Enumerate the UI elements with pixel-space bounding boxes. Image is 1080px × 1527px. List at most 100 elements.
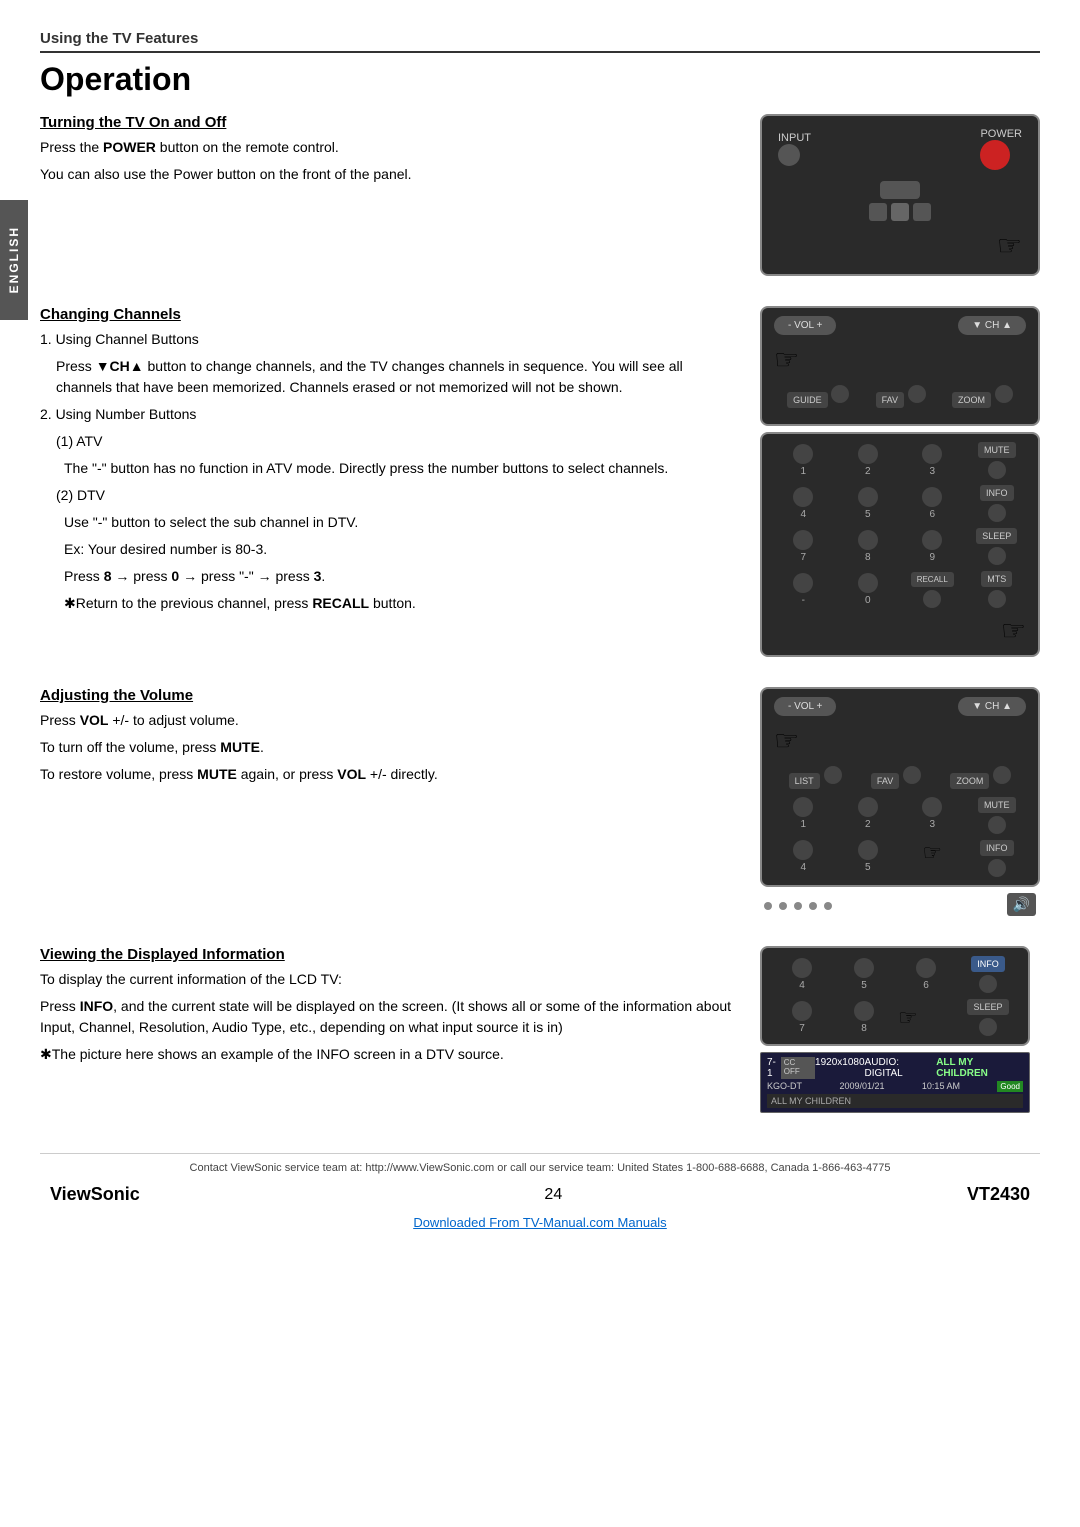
ch-item2a-text: The "-" button has no function in ATV mo… bbox=[64, 458, 740, 479]
info-p2: Press INFO, and the current state will b… bbox=[40, 996, 740, 1038]
turning-on-off-title: Turning the TV On and Off bbox=[40, 114, 740, 131]
ch-item2b-label: (2) DTV bbox=[56, 485, 740, 506]
ch-remote-illustration: - VOL + ▼ CH ▲ ☞ GUIDE FAV bbox=[760, 306, 1040, 426]
v-num-5-btn bbox=[858, 840, 878, 860]
i-num-5: 5 bbox=[836, 958, 892, 991]
list-fav-zoom-row: LIST FAV ZOOM bbox=[774, 763, 1026, 789]
fav-col2: FAV bbox=[871, 763, 921, 789]
i-num-8-lbl: 8 bbox=[861, 1023, 867, 1034]
v-num-4-lbl: 4 bbox=[800, 862, 806, 873]
nav-left-btn bbox=[869, 203, 887, 221]
info-screen-bottom-row: ALL MY CHILDREN bbox=[767, 1094, 1023, 1108]
info-screen-mid-row: KGO-DT 2009/01/21 10:15 AM Good bbox=[767, 1081, 1023, 1092]
info-p3: ✱The picture here shows an example of th… bbox=[40, 1044, 740, 1065]
i-num-4-lbl: 4 bbox=[799, 980, 805, 991]
num-5-cell: 5 bbox=[839, 487, 898, 520]
num-8-cell: 8 bbox=[839, 530, 898, 563]
date-text: 2009/01/21 bbox=[839, 1081, 884, 1092]
dot-2 bbox=[779, 902, 787, 910]
num-6-label: 6 bbox=[929, 509, 935, 520]
info-p1: To display the current information of th… bbox=[40, 969, 740, 990]
i-num-7-lbl: 7 bbox=[799, 1023, 805, 1034]
dot-1 bbox=[764, 902, 772, 910]
all-my-children-label: ALL MY CHILDREN bbox=[771, 1096, 851, 1106]
viewing-info-image: 4 5 6 INFO bbox=[760, 946, 1040, 1113]
hand-area: ☞ bbox=[778, 229, 1022, 262]
info-screen-display: 7-1 CC OFF 1920x1080 AUDIO: DIGITAL ALL … bbox=[760, 1052, 1030, 1113]
guide-col: GUIDE bbox=[787, 382, 849, 408]
info-btn: INFO bbox=[980, 485, 1014, 501]
v-num-3-lbl: 3 bbox=[929, 819, 935, 830]
vol-pill: - VOL + bbox=[774, 316, 836, 335]
sleep-btn: SLEEP bbox=[976, 528, 1017, 544]
changing-channels-text: Changing Channels 1. Using Channel Butto… bbox=[40, 306, 760, 620]
v-mute-btn: MUTE bbox=[978, 797, 1016, 813]
num-4-cell: 4 bbox=[774, 487, 833, 520]
changing-channels-title: Changing Channels bbox=[40, 306, 740, 323]
mute-circle bbox=[988, 461, 1006, 479]
ch-item1-label: 1. Using Channel Buttons bbox=[40, 329, 740, 350]
ch-item2a-label: (1) ATV bbox=[56, 431, 740, 452]
nav-right-btn bbox=[913, 203, 931, 221]
i-sleep-circle bbox=[979, 1018, 997, 1036]
hand-cursor-icon: ☞ bbox=[997, 229, 1022, 262]
i-info-btn: INFO bbox=[971, 956, 1005, 972]
v-num-4-btn bbox=[793, 840, 813, 860]
vol-p1: Press VOL +/- to adjust volume. bbox=[40, 710, 740, 731]
page-title: Operation bbox=[40, 61, 1040, 98]
good-label: Good bbox=[997, 1081, 1023, 1092]
i-num-5-lbl: 5 bbox=[861, 980, 867, 991]
hand-vol-icon: ☞ bbox=[774, 724, 799, 757]
changing-channels-image: - VOL + ▼ CH ▲ ☞ GUIDE FAV bbox=[760, 306, 1040, 663]
footer-brand-row: ViewSonic 24 VT2430 bbox=[40, 1184, 1040, 1205]
ch-item2b-text2: Ex: Your desired number is 80-3. bbox=[64, 539, 740, 560]
adjusting-volume-section: Adjusting the Volume Press VOL +/- to ad… bbox=[40, 687, 1040, 922]
input-label: INPUT bbox=[778, 132, 811, 144]
num-8-btn bbox=[858, 530, 878, 550]
v-num-5-lbl: 5 bbox=[865, 862, 871, 873]
download-link[interactable]: Downloaded From TV-Manual.com Manuals bbox=[40, 1215, 1040, 1240]
zoom-circle bbox=[995, 385, 1013, 403]
mute-btn: MUTE bbox=[978, 442, 1016, 458]
v-mute-cell: MUTE bbox=[968, 797, 1027, 834]
viewing-info-title: Viewing the Displayed Information bbox=[40, 946, 740, 963]
v-info-btn: INFO bbox=[980, 840, 1014, 856]
v-num-2: 2 bbox=[839, 797, 898, 834]
vol-ch-row2: - VOL + ▼ CH ▲ bbox=[774, 697, 1026, 716]
ch-item2b-text4: ✱Return to the previous channel, press R… bbox=[64, 593, 740, 614]
ch-item2b-text1: Use "-" button to select the sub channel… bbox=[64, 512, 740, 533]
input-col: INPUT bbox=[778, 132, 811, 169]
power-label: POWER bbox=[980, 128, 1022, 140]
nav-buttons bbox=[869, 181, 931, 221]
num-2-label: 2 bbox=[865, 466, 871, 477]
mts-cell: MTS bbox=[968, 571, 1027, 608]
num-5-label: 5 bbox=[865, 509, 871, 520]
zoom-col2: ZOOM bbox=[950, 763, 1011, 789]
input-button bbox=[778, 144, 800, 166]
num-7-cell: 7 bbox=[774, 530, 833, 563]
num-2-cell: 2 bbox=[839, 444, 898, 477]
list-col: LIST bbox=[789, 763, 842, 789]
turning-on-off-text: Turning the TV On and Off Press the POWE… bbox=[40, 114, 760, 191]
i-sleep-cell: SLEEP bbox=[960, 999, 1016, 1036]
sleep-cell: SLEEP bbox=[968, 528, 1027, 565]
num-7-label: 7 bbox=[800, 552, 806, 563]
zoom-btn2: ZOOM bbox=[950, 773, 989, 789]
program-name: ALL MY CHILDREN bbox=[936, 1057, 1023, 1079]
footer-contact: Contact ViewSonic service team at: http:… bbox=[40, 1153, 1040, 1174]
mts-btn: MTS bbox=[981, 571, 1012, 587]
num-9-cell: 9 bbox=[903, 530, 962, 563]
i-num-7: 7 bbox=[774, 1001, 830, 1034]
power-col: POWER bbox=[980, 128, 1022, 173]
nav-up-btn bbox=[880, 181, 920, 199]
adjusting-volume-image: - VOL + ▼ CH ▲ ☞ LIST FAV bbox=[760, 687, 1040, 922]
download-link-anchor[interactable]: Downloaded From TV-Manual.com Manuals bbox=[413, 1215, 666, 1230]
channel-number: 7-1 bbox=[767, 1057, 781, 1079]
num-3-label: 3 bbox=[929, 466, 935, 477]
hand-vol-num-icon: ☞ bbox=[922, 840, 942, 866]
i-hand-area: ☞ bbox=[898, 1005, 954, 1031]
numpad-remote-illustration: 1 2 3 MUTE bbox=[760, 432, 1040, 657]
info-remote-illustration: 4 5 6 INFO bbox=[760, 946, 1030, 1046]
turning-on-off-section: Turning the TV On and Off Press the POWE… bbox=[40, 114, 1040, 282]
numpad-grid: 1 2 3 MUTE bbox=[774, 442, 1026, 608]
